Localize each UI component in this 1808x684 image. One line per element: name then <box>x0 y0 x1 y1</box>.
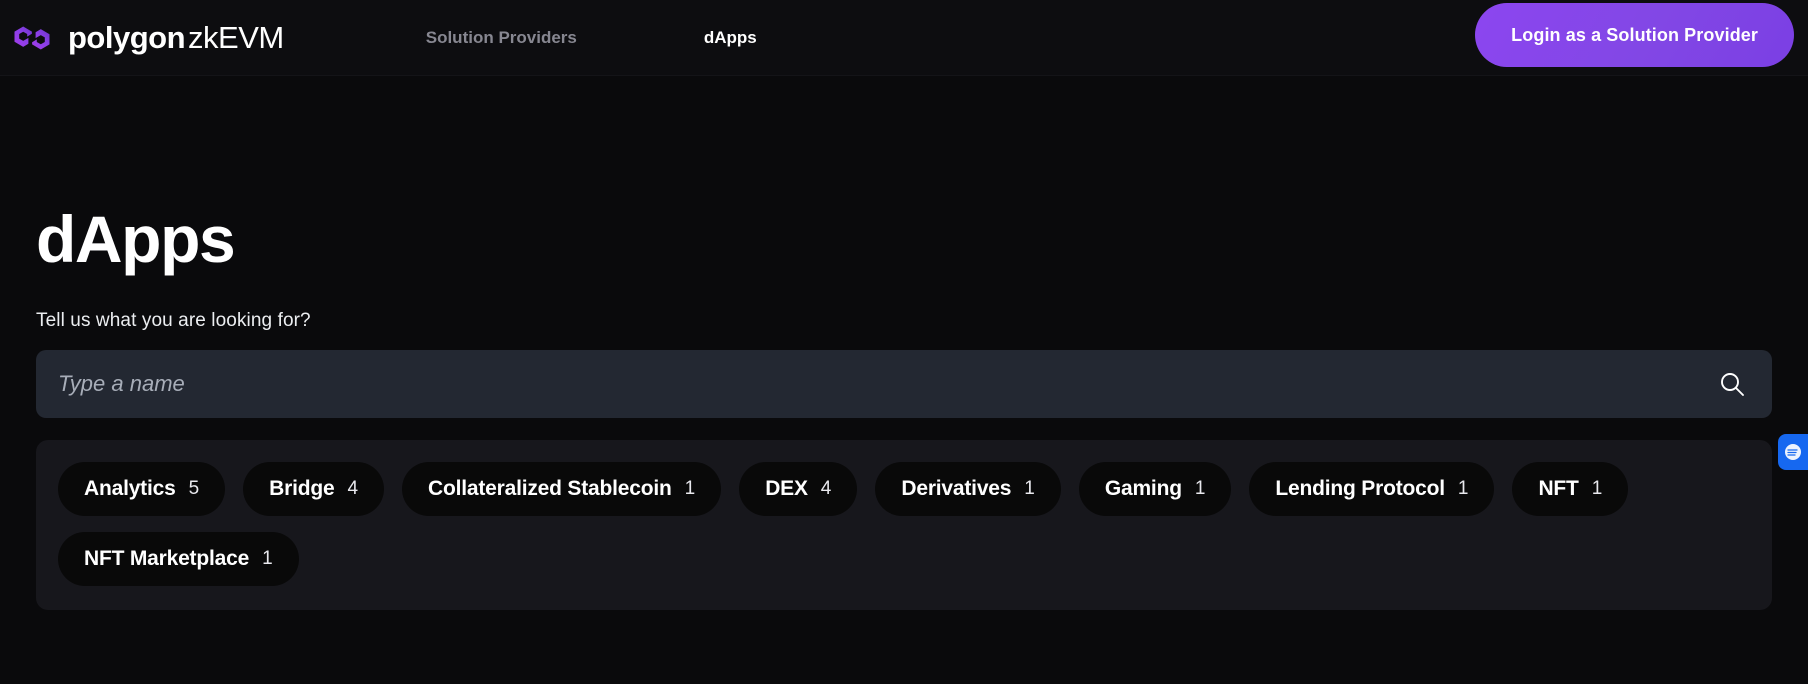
chip-count: 4 <box>347 478 359 499</box>
chip-label: Bridge <box>269 477 335 500</box>
main-navigation: Solution Providers dApps <box>426 28 757 48</box>
chip-count: 4 <box>820 478 832 499</box>
search-input[interactable] <box>58 350 1718 418</box>
search-icon[interactable] <box>1718 370 1746 398</box>
chip-label: DEX <box>765 477 808 500</box>
brand-name-secondary: zkEVM <box>188 19 284 55</box>
chip-label: NFT Marketplace <box>84 547 250 570</box>
page-title: dApps <box>36 202 236 276</box>
filter-chip-dex[interactable]: DEX 4 <box>739 462 858 516</box>
filter-chip-bridge[interactable]: Bridge 4 <box>243 462 385 516</box>
login-as-solution-provider-button[interactable]: Login as a Solution Provider <box>1475 3 1794 67</box>
filter-chip-derivatives[interactable]: Derivatives 1 <box>875 462 1061 516</box>
chip-count: 1 <box>262 548 273 569</box>
nav-item-dapps[interactable]: dApps <box>704 28 757 48</box>
filter-chip-collateralized-stablecoin[interactable]: Collateralized Stablecoin 1 <box>402 462 722 516</box>
side-chat-widget-tab[interactable] <box>1778 434 1808 470</box>
chip-label: Collateralized Stablecoin <box>428 477 672 500</box>
search-prompt-label: Tell us what you are looking for? <box>36 310 311 331</box>
filter-chip-analytics[interactable]: Analytics 5 <box>58 462 226 516</box>
main-content: dApps Tell us what you are looking for? … <box>0 206 1808 610</box>
chip-count: 1 <box>1591 478 1603 499</box>
filter-chip-nft-marketplace[interactable]: NFT Marketplace 1 <box>58 532 299 586</box>
chip-label: NFT <box>1538 477 1579 500</box>
filter-chip-nft[interactable]: NFT 1 <box>1512 462 1629 516</box>
chip-label: Gaming <box>1104 477 1182 500</box>
chip-count: 1 <box>1457 478 1469 499</box>
brand-name-primary: polygon <box>68 19 186 55</box>
polygon-logo-icon <box>14 26 50 49</box>
chip-count: 1 <box>1024 478 1035 499</box>
chip-label: Lending Protocol <box>1275 477 1445 500</box>
chat-widget-icon <box>1785 444 1801 460</box>
chip-count: 1 <box>684 478 696 499</box>
category-filter-panel: Analytics 5 Bridge 4 Collateralized Stab… <box>36 440 1772 610</box>
chip-count: 1 <box>1194 478 1206 499</box>
brand-logo[interactable]: polygonzkEVM <box>10 0 284 75</box>
filter-chip-lending-protocol[interactable]: Lending Protocol 1 <box>1249 462 1495 516</box>
filter-chip-gaming[interactable]: Gaming 1 <box>1078 462 1232 516</box>
chip-label: Derivatives <box>901 477 1012 500</box>
chip-count: 5 <box>188 478 200 499</box>
chip-label: Analytics <box>84 477 176 500</box>
nav-item-solution-providers[interactable]: Solution Providers <box>426 28 577 48</box>
search-bar[interactable] <box>36 350 1772 418</box>
site-header: polygonzkEVM Solution Providers dApps Lo… <box>0 0 1808 76</box>
brand-wordmark: polygonzkEVM <box>68 20 284 56</box>
